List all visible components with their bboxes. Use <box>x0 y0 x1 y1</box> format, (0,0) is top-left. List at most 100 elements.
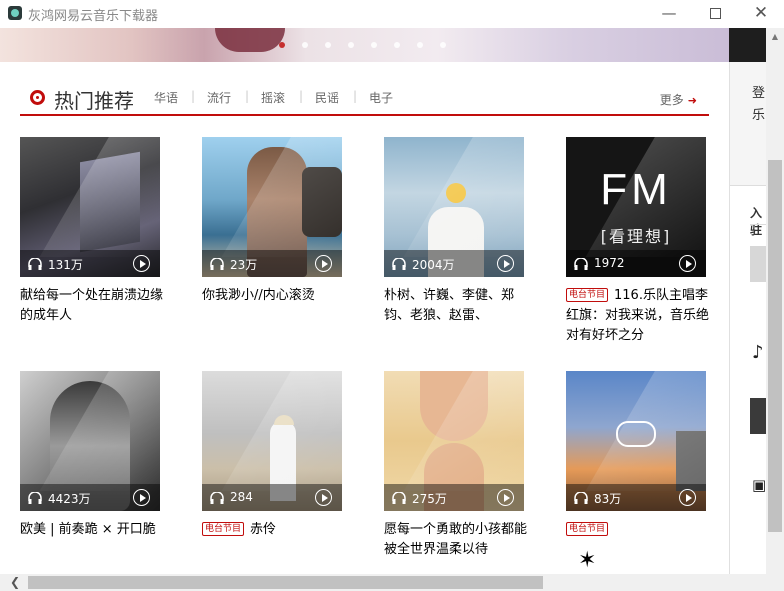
vertical-scrollbar[interactable]: ▲ <box>766 28 784 574</box>
window-title: 灰鸿网易云音乐下载器 <box>28 9 159 24</box>
headphone-icon <box>210 492 224 504</box>
section-title: 热门推荐 <box>54 89 134 113</box>
artist-avatar[interactable] <box>750 398 767 434</box>
play-count: 83万 <box>594 492 622 506</box>
headphone-icon <box>392 258 406 270</box>
tag-separator: | <box>191 89 196 103</box>
playlist-cover[interactable]: 23万 <box>202 137 342 277</box>
playlist-cover[interactable]: 2004万 <box>384 137 524 277</box>
cover-info-bar: 2004万 <box>384 250 524 277</box>
play-icon[interactable] <box>679 489 696 506</box>
hot-recommend-header: 热门推荐 华语 | 流行 | 摇滚 | 民谣 | 电子 更多 ➜ <box>20 80 709 116</box>
playlist-cover[interactable]: 131万 <box>20 137 160 277</box>
cover-info-bar: 83万 <box>566 484 706 511</box>
radio-badge: 电台节目 <box>202 522 245 536</box>
carousel-dot[interactable] <box>348 42 354 48</box>
login-text-line1: 登 <box>752 86 766 101</box>
app-badge-icon[interactable]: ▣ <box>752 476 766 494</box>
horizontal-scroll-thumb[interactable] <box>28 576 543 589</box>
tiktok-icon[interactable]: ♪ <box>752 342 764 363</box>
radio-badge: 电台节目 <box>566 288 609 302</box>
play-icon[interactable] <box>497 489 514 506</box>
cover-info-bar: 284 <box>202 484 342 511</box>
login-text-line2: 乐 <box>752 108 766 123</box>
banner-image <box>215 28 285 52</box>
tag-rock[interactable]: 摇滚 <box>261 89 285 106</box>
radio-title[interactable]: 电台节目 赤伶 <box>202 520 348 540</box>
carousel-dot[interactable] <box>371 42 377 48</box>
play-count: 131万 <box>48 258 83 272</box>
cover-shine <box>221 371 342 491</box>
playlist-cover[interactable]: 275万 <box>384 371 524 511</box>
play-icon[interactable] <box>315 489 332 506</box>
playlist-title[interactable]: 欧美 | 前奏跪 × 开口脆 <box>20 520 166 540</box>
radio-cover[interactable]: 284 <box>202 371 342 511</box>
title-bar: 灰鸿网易云音乐下载器 — ✕ <box>0 0 784 28</box>
play-icon[interactable] <box>497 255 514 272</box>
playlist-title[interactable]: 你我渺小//内心滚烫 <box>202 286 348 306</box>
play-icon[interactable] <box>315 255 332 272</box>
playlist-title[interactable]: 愿每一个勇敢的小孩都能被全世界温柔以待 <box>384 520 530 560</box>
maximize-icon <box>709 8 721 19</box>
carousel-dot[interactable] <box>417 42 423 48</box>
login-box: 登 乐 <box>730 62 767 186</box>
divider <box>750 224 767 225</box>
tag-chinese[interactable]: 华语 <box>154 89 178 106</box>
vertical-scroll-thumb[interactable] <box>768 160 782 532</box>
cover-info-bar: 1972 <box>566 250 706 277</box>
carousel-dot[interactable] <box>394 42 400 48</box>
carousel-dot[interactable] <box>325 42 331 48</box>
play-count: 4423万 <box>48 492 91 506</box>
play-count: 23万 <box>230 258 258 272</box>
play-count: 1972 <box>594 256 625 270</box>
artist-section-label: 入驻 <box>750 206 763 237</box>
radio-cover[interactable]: 83万 <box>566 371 706 511</box>
play-count: 284 <box>230 490 253 504</box>
maximize-button[interactable] <box>692 0 738 28</box>
arrow-right-icon: ➜ <box>687 94 697 107</box>
banner-carousel[interactable] <box>0 28 729 62</box>
minimize-button[interactable]: — <box>646 0 692 28</box>
cover-shine <box>39 137 160 257</box>
radio-title[interactable]: 电台节目 116.乐队主唱李红旗：对我来说，音乐绝对有好坏之分 <box>566 286 712 346</box>
playlist-title[interactable]: 朴树、许巍、李健、郑钧、老狼、赵雷、 <box>384 286 530 326</box>
close-button[interactable]: ✕ <box>738 0 784 28</box>
more-label: 更多 <box>659 93 684 107</box>
cover-info-bar: 275万 <box>384 484 524 511</box>
carousel-dot[interactable] <box>279 42 285 48</box>
tag-pop[interactable]: 流行 <box>207 89 231 106</box>
radio-cover[interactable]: FM [看理想] 1972 <box>566 137 706 277</box>
radio-title[interactable]: 电台节目 <box>566 520 712 540</box>
horizontal-scrollbar[interactable]: ❮ <box>0 574 766 591</box>
play-icon[interactable] <box>133 489 150 506</box>
radio-badge: 电台节目 <box>566 522 609 536</box>
cover-shine <box>403 137 524 257</box>
tag-electronic[interactable]: 电子 <box>369 89 393 106</box>
headphone-icon <box>210 258 224 270</box>
play-icon[interactable] <box>133 255 150 272</box>
headphone-icon <box>28 492 42 504</box>
tag-separator: | <box>353 89 358 103</box>
more-link[interactable]: 更多 ➜ <box>660 91 697 108</box>
play-count: 2004万 <box>412 258 455 272</box>
scroll-left-icon[interactable]: ❮ <box>10 574 20 591</box>
app-logo-icon <box>8 6 22 20</box>
cover-info-bar: 23万 <box>202 250 342 277</box>
radio-title-text: 赤伶 <box>250 522 277 537</box>
scroll-up-icon[interactable]: ▲ <box>766 28 784 45</box>
tag-folk[interactable]: 民谣 <box>315 89 339 106</box>
carousel-dot[interactable] <box>302 42 308 48</box>
play-icon[interactable] <box>679 255 696 272</box>
record-icon <box>30 90 45 105</box>
carousel-dot[interactable] <box>440 42 446 48</box>
cover-shine <box>585 371 706 491</box>
playlist-title[interactable]: 献给每一个处在崩溃边缘的成年人 <box>20 286 166 326</box>
playlist-cover[interactable]: 4423万 <box>20 371 160 511</box>
headphone-icon <box>28 258 42 270</box>
cover-info-bar: 4423万 <box>20 484 160 511</box>
tag-separator: | <box>299 89 304 103</box>
cover-info-bar: 131万 <box>20 250 160 277</box>
artist-avatar[interactable] <box>750 246 767 282</box>
headphone-icon <box>574 258 588 270</box>
tag-separator: | <box>245 89 250 103</box>
